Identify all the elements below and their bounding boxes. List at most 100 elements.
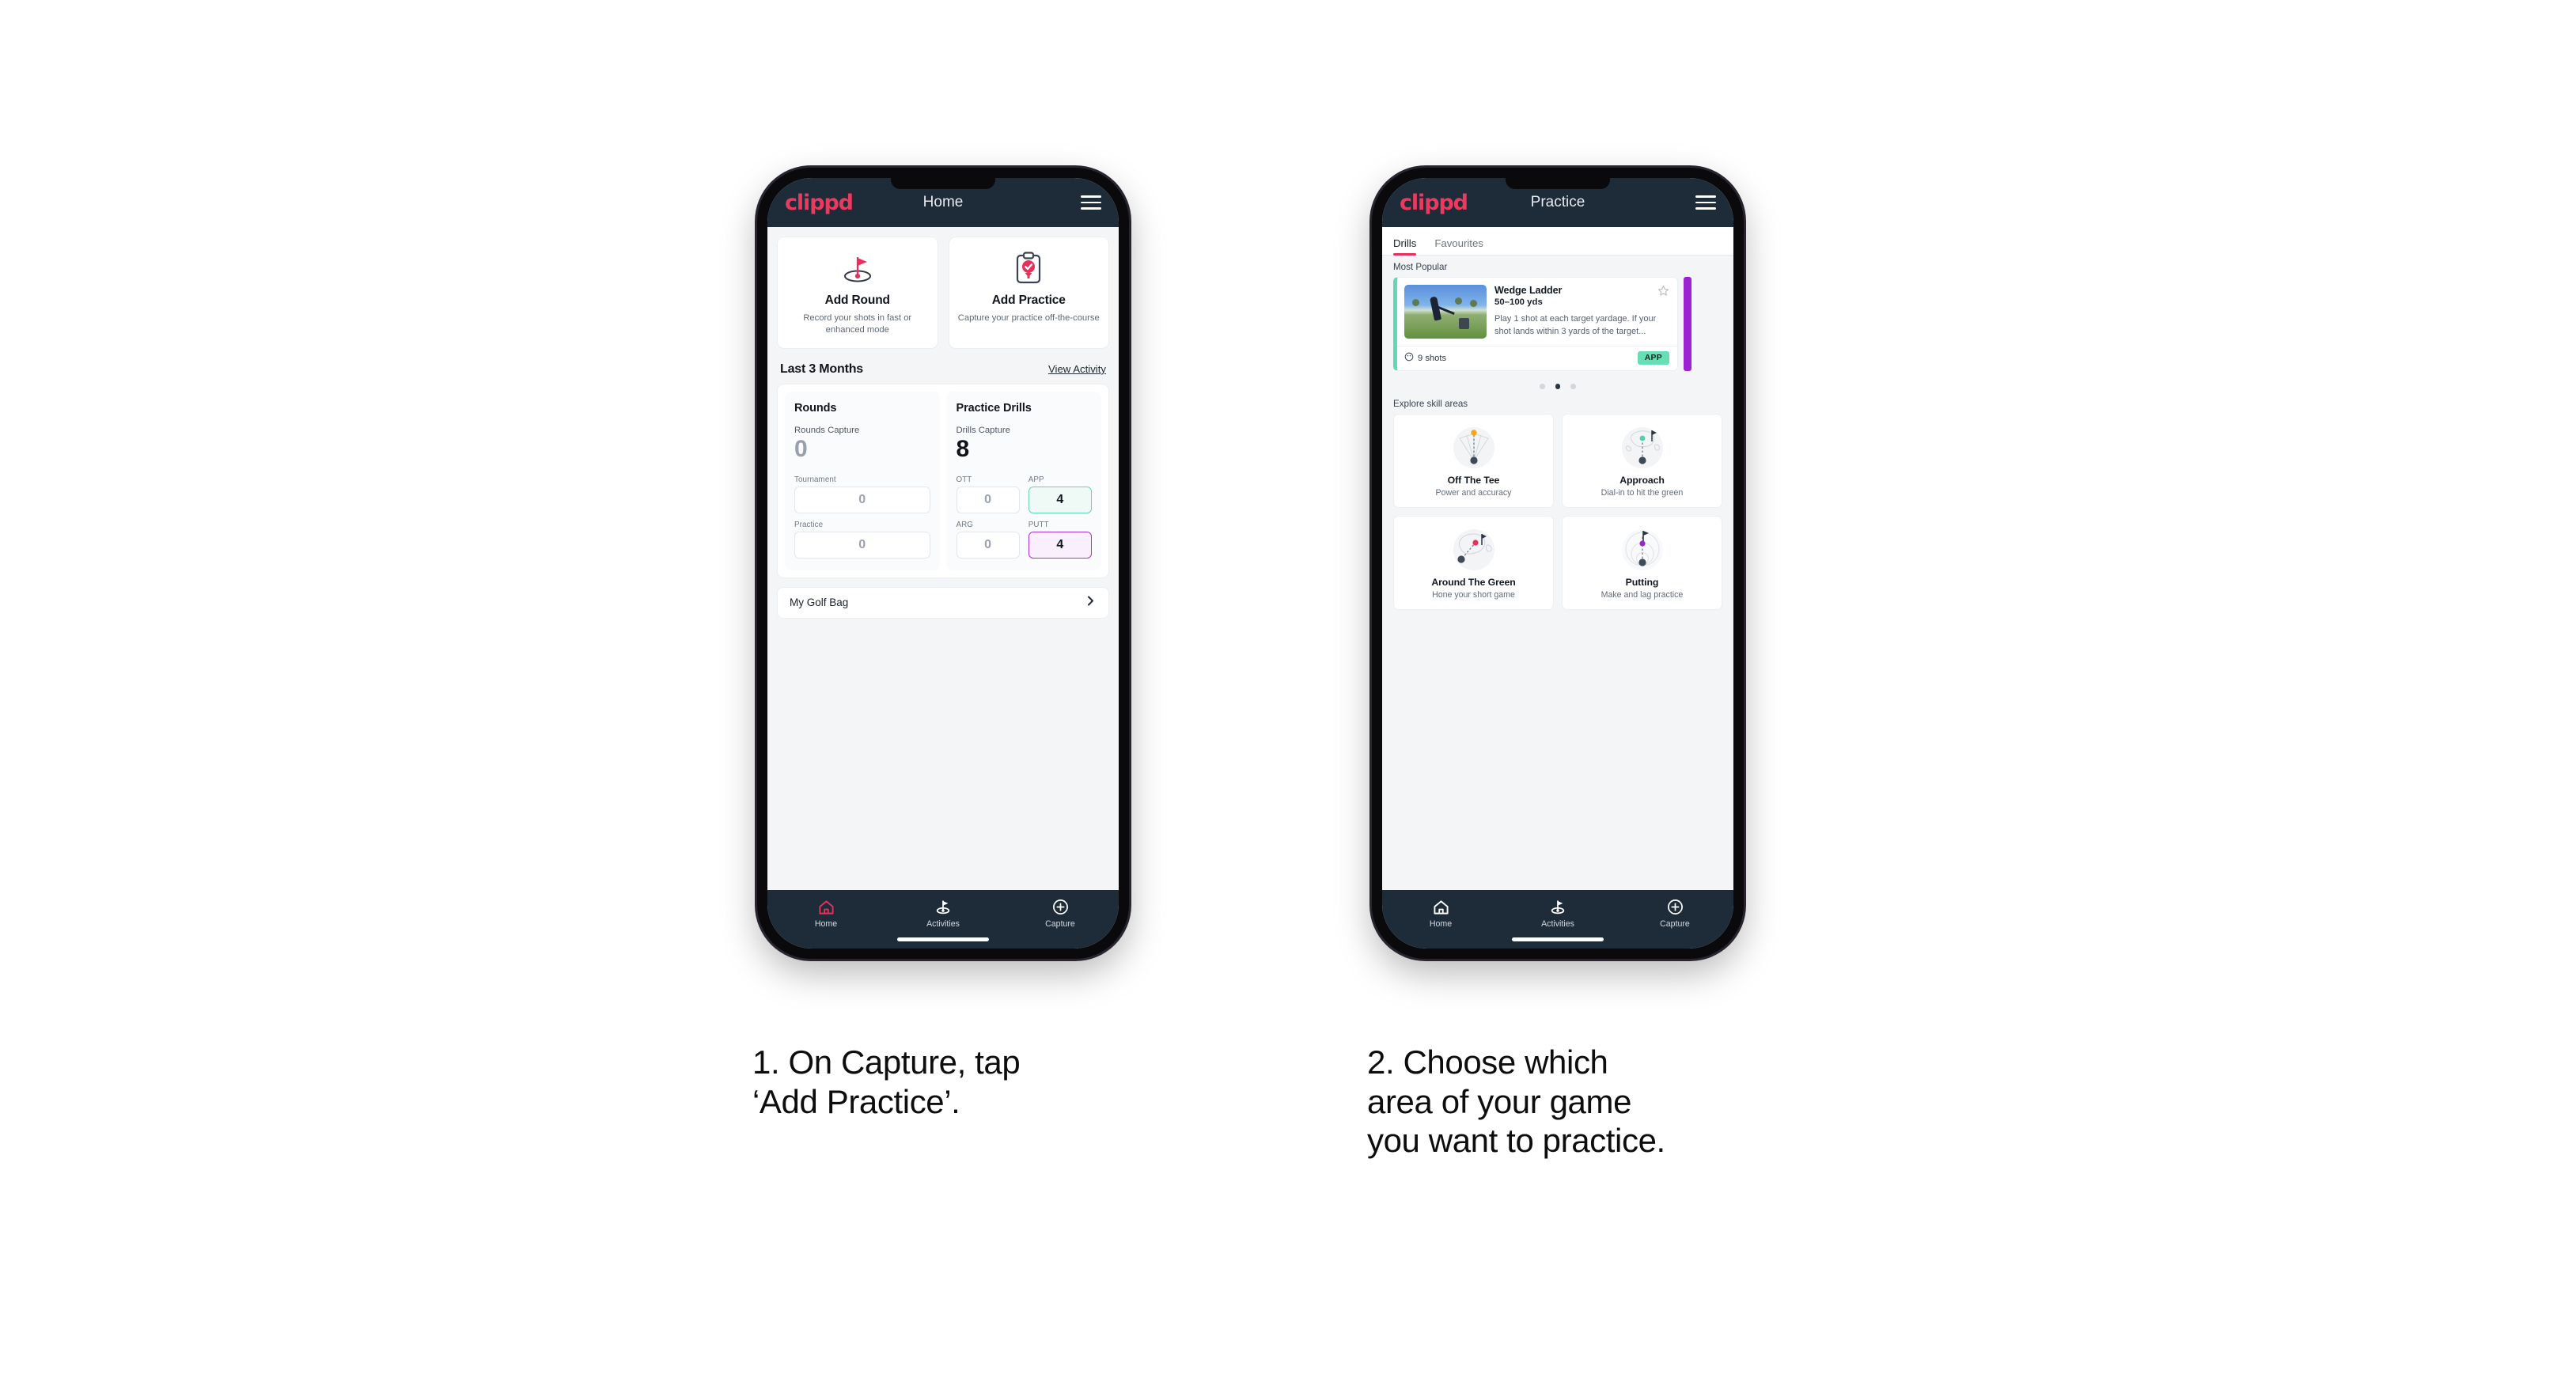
off-the-tee-icon [1399,422,1548,471]
nav-home-label: Home [1429,919,1453,929]
quick-action-row: Add Round Record your shots in fast or e… [777,237,1109,349]
carousel-dot[interactable] [1555,384,1561,389]
add-practice-card[interactable]: Add Practice Capture your practice off-t… [948,237,1109,349]
drill-description: Play 1 shot at each target yardage. If y… [1494,314,1657,337]
most-popular-label: Most Popular [1393,262,1448,272]
explore-skill-areas-label: Explore skill areas [1393,398,1468,409]
practice-label: Practice [794,520,824,529]
nav-activities-label: Activities [926,919,960,929]
practice-field: Practice 0 [794,521,930,559]
nav-activities-label: Activities [1541,919,1574,929]
drill-carousel[interactable]: Wedge Ladder 50–100 yds Play 1 shot at e… [1382,277,1733,371]
skill-area-grid: Off The Tee Power and accuracy Approach … [1382,413,1733,618]
home-icon [1433,899,1449,915]
practice-value[interactable]: 0 [794,531,930,559]
nav-capture[interactable]: Capture [1616,899,1733,929]
section-title: Last 3 Months [780,362,863,376]
nav-capture[interactable]: Capture [1002,899,1119,929]
golf-flag-icon [784,250,931,286]
putting-icon [1567,524,1717,574]
rounds-tournament-row: Tournament 0 [794,475,930,513]
bottom-navigation: Home Activities Capture [1382,890,1733,949]
skill-card-around-the-green[interactable]: Around The Green Hone your short game [1393,515,1554,610]
add-practice-subtitle: Capture your practice off-the-course [957,313,1100,323]
putt-value[interactable]: 4 [1028,531,1092,559]
home-icon [818,899,835,915]
drill-shots-label: 9 shots [1418,353,1447,363]
nav-activities[interactable]: Activities [885,899,1002,929]
skill-name: Around The Green [1431,576,1516,588]
skill-card-approach[interactable]: Approach Dial-in to hit the green [1562,413,1722,508]
carousel-dot[interactable] [1570,384,1576,389]
rounds-capture-label: Rounds Capture [794,425,860,435]
tab-drills[interactable]: Drills [1393,237,1423,256]
add-round-card[interactable]: Add Round Record your shots in fast or e… [777,237,938,349]
skill-subtitle: Hone your short game [1432,589,1515,600]
skill-card-off-the-tee[interactable]: Off The Tee Power and accuracy [1393,413,1554,508]
nav-capture-label: Capture [1045,919,1075,929]
skill-name: Approach [1619,474,1665,486]
my-golf-bag-row[interactable]: My Golf Bag [777,586,1109,619]
my-golf-bag-label: My Golf Bag [790,596,849,608]
last-3-months-header: Last 3 Months View Activity [777,349,1109,384]
drill-thumbnail [1404,285,1487,339]
star-outline-icon[interactable] [1657,285,1669,299]
nav-home[interactable]: Home [1382,899,1499,929]
ott-label: OTT [956,475,972,484]
hamburger-icon[interactable] [1081,195,1101,210]
drill-card-peek[interactable] [1684,277,1691,371]
hamburger-icon[interactable] [1695,195,1716,210]
rounds-practice-row: Practice 0 [794,521,930,559]
putt-field: PUTT 4 [1028,521,1092,559]
home-indicator [1512,937,1604,941]
skill-name: Off The Tee [1447,474,1500,486]
phone-notch [1506,178,1610,189]
clipboard-check-icon [956,250,1103,286]
drill-card-wedge-ladder[interactable]: Wedge Ladder 50–100 yds Play 1 shot at e… [1393,277,1678,371]
add-round-title: Add Round [824,293,890,307]
rounds-capture-value: 0 [794,435,808,462]
clippd-logo[interactable]: clippd [1400,191,1468,215]
drills-capture-label: Drills Capture [956,425,1010,435]
phone-mockup-home: clippd Home Add Round Record your shots … [757,168,1129,959]
skill-subtitle: Dial-in to hit the green [1601,487,1684,498]
ott-value[interactable]: 0 [956,486,1020,513]
carousel-dots[interactable] [1382,371,1733,399]
drills-heading: Practice Drills [956,401,1032,415]
drills-capture-value: 8 [956,435,970,462]
drill-name: Wedge Ladder [1494,285,1563,296]
tab-favourites[interactable]: Favourites [1434,237,1491,255]
tab-bar: Drills Favourites [1382,227,1733,256]
ott-field: OTT 0 [956,475,1020,513]
arg-value[interactable]: 0 [956,531,1020,559]
tournament-label: Tournament [794,475,836,484]
golf-flag-icon [934,899,952,915]
stats-card: Rounds Rounds Capture 0 Tournament 0 Pra… [777,383,1109,578]
status-badge: APP [1637,351,1669,365]
rounds-stat-column: Rounds Rounds Capture 0 Tournament 0 Pra… [785,391,940,570]
skill-subtitle: Power and accuracy [1435,487,1512,498]
skill-subtitle: Make and lag practice [1601,589,1684,600]
plus-circle-icon [1052,899,1069,915]
caption-step-2: 2. Choose which area of your game you wa… [1367,1043,1665,1160]
add-round-subtitle: Record your shots in fast or enhanced mo… [803,313,912,335]
drill-shots: 9 shots [1404,352,1446,364]
caption-step-1: 1. On Capture, tap ‘Add Practice’. [752,1043,1021,1120]
clippd-logo[interactable]: clippd [785,191,854,215]
nav-activities[interactable]: Activities [1499,899,1616,929]
tournament-value[interactable]: 0 [794,486,930,513]
drill-yardage: 50–100 yds [1494,297,1543,307]
golf-flag-icon [1549,899,1566,915]
tournament-field: Tournament 0 [794,475,930,513]
carousel-dot[interactable] [1540,384,1545,389]
practice-screen-content: Most Popular Wedge Ladder 50–100 yds Pla… [1382,256,1733,890]
drills-row-1: OTT 0 APP 4 [956,475,1092,513]
nav-home[interactable]: Home [767,899,885,929]
view-activity-link[interactable]: View Activity [1048,363,1106,375]
add-practice-title: Add Practice [991,293,1066,307]
skill-card-putting[interactable]: Putting Make and lag practice [1562,515,1722,610]
app-value[interactable]: 4 [1028,486,1092,513]
page-root: clippd Home Add Round Record your shots … [0,0,2576,1386]
home-indicator [897,937,989,941]
phone-mockup-practice: clippd Practice Drills Favourites Most P… [1372,168,1744,959]
